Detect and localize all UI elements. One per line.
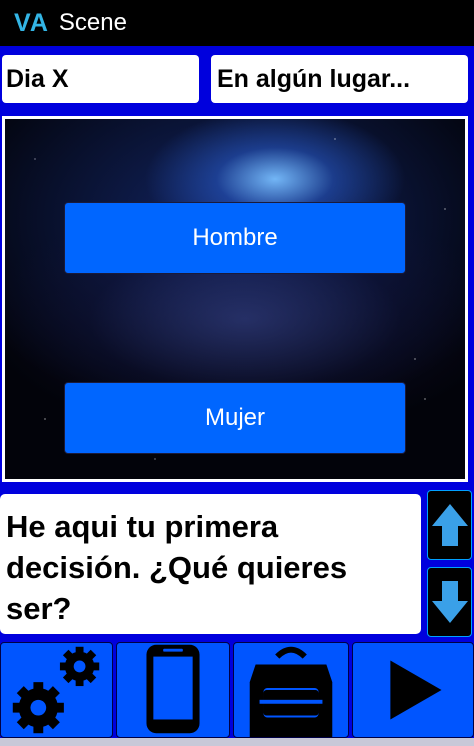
choice-button-mujer[interactable]: Mujer — [64, 382, 406, 454]
scroll-up-button[interactable] — [427, 490, 472, 560]
gears-icon — [12, 646, 100, 734]
inventory-button[interactable] — [233, 642, 349, 738]
app-logo: VA — [14, 8, 49, 37]
backpack-icon — [249, 646, 333, 737]
choice-button-hombre[interactable]: Hombre — [64, 202, 406, 274]
phone-icon — [146, 644, 200, 734]
settings-button[interactable] — [0, 642, 113, 738]
arrow-down-icon — [431, 581, 468, 623]
scroll-down-button[interactable] — [427, 567, 472, 637]
bottom-strip — [0, 738, 474, 746]
arrow-up-icon — [431, 504, 468, 546]
app-bar: VA Scene — [0, 0, 474, 46]
dialog-text: He aqui tu primera decisión. ¿Qué quiere… — [0, 494, 421, 634]
phone-button[interactable] — [116, 642, 230, 738]
location-label: En algún lugar... — [211, 55, 468, 103]
play-icon — [390, 660, 442, 720]
scene-view: Hombre Mujer — [2, 116, 468, 482]
day-label: Dia X — [2, 55, 199, 103]
next-button[interactable] — [352, 642, 474, 738]
app-title: Scene — [58, 9, 127, 36]
